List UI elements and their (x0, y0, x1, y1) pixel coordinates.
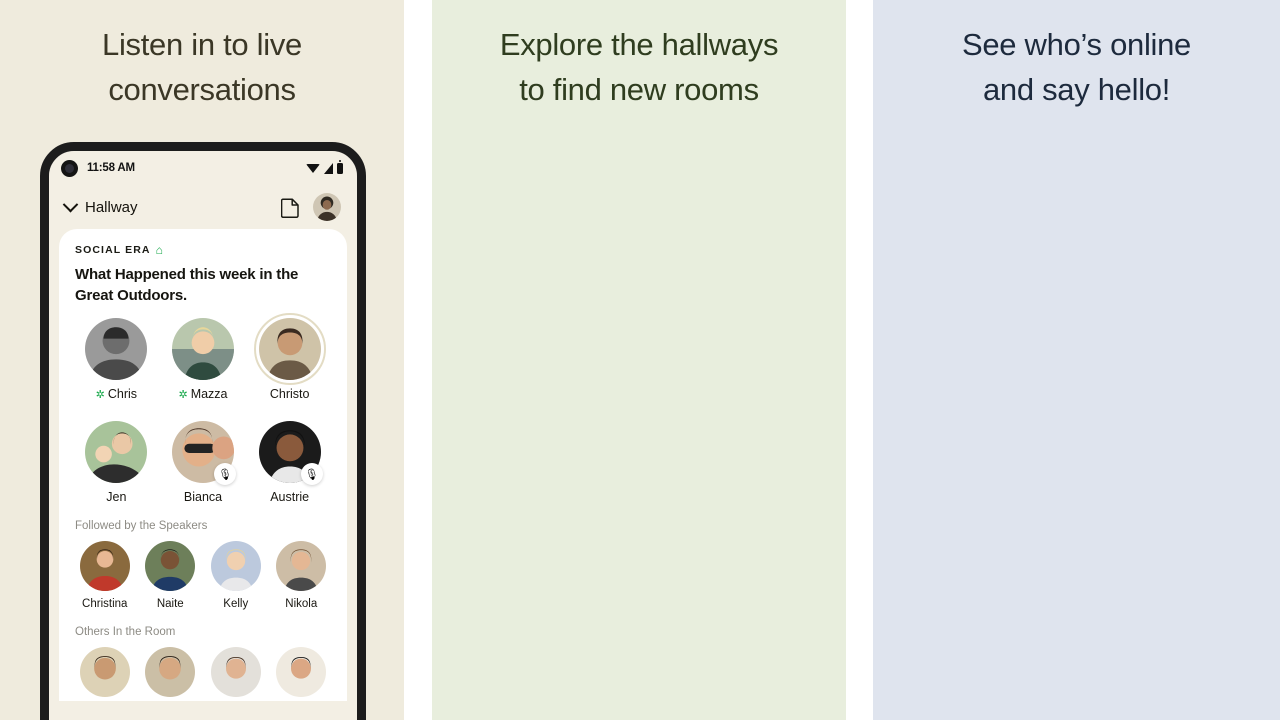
others-in-room-label: Others In the Room (75, 626, 176, 638)
speaker-name: Jen (106, 490, 127, 504)
other-avatar (276, 647, 327, 697)
follower-name: Kelly (223, 598, 249, 610)
room-card[interactable]: SOCIAL ERA ⌂ What Happened this week in … (59, 229, 347, 701)
speakers-grid: ✲ Chris ✲ Mazza Christo Jen 🎙 Bianca 🎙 A… (75, 313, 331, 504)
headline-3: See who’s online and say hello! (961, 27, 1192, 107)
other-avatar (145, 647, 196, 697)
follower-cell[interactable]: Kelly (206, 541, 266, 610)
follower-avatar (145, 541, 196, 591)
chevron-down-icon (62, 196, 79, 212)
battery-icon (337, 160, 343, 174)
speaker-avatar: 🎙 (258, 421, 323, 485)
speaker-avatar (85, 318, 148, 380)
hallway-label: Hallway (85, 198, 138, 216)
app-store-screenshot-strip: Listen in to live conversations 11:58 AM (0, 0, 1280, 720)
speaker-name-row: ✲ Chris (96, 387, 137, 401)
card-container-1: SOCIAL ERA ⌂ What Happened this week in … (49, 229, 357, 701)
followed-grid: Christina Naite Kelly Nikola (75, 541, 331, 610)
other-cell[interactable] (272, 647, 332, 697)
speaker-name-row: Austrie (270, 490, 309, 504)
speaker-avatar (85, 421, 148, 483)
club-label: SOCIAL ERA ⌂ (75, 243, 331, 257)
room-title: What Happened this week in the Great Out… (75, 266, 299, 304)
panel-divider-1 (404, 0, 432, 720)
others-grid (75, 647, 331, 697)
mic-on-icon: ✲ (95, 388, 105, 401)
camera-punch-hole-icon (61, 159, 78, 177)
speaker-cell[interactable]: ✲ Mazza (162, 318, 245, 401)
hallway-dropdown[interactable]: Hallway (62, 196, 138, 216)
speaker-name: Austrie (270, 490, 310, 504)
follower-avatar (276, 541, 327, 591)
speaker-cell[interactable]: Jen (75, 421, 158, 504)
phone-mockup-1: 11:58 AM Hallway SOCIAL ERA ⌂ What Happe… (40, 142, 366, 720)
speaker-name: Bianca (183, 490, 223, 504)
club-name: SOCIAL ERA (75, 244, 151, 256)
cellular-signal-icon (324, 162, 333, 174)
status-icons (306, 160, 343, 174)
follower-avatar (79, 541, 130, 591)
follower-cell[interactable]: Nikola (272, 541, 332, 610)
speaker-cell[interactable]: 🎙 Austrie (248, 421, 331, 504)
headline-1: Listen in to live conversations (102, 27, 302, 107)
house-icon: ⌂ (155, 243, 164, 257)
document-icon[interactable] (277, 194, 303, 220)
follower-cell[interactable]: Christina (75, 541, 135, 610)
speaker-name: Christo (269, 387, 310, 401)
promo-panel-2: Explore the hallways to find new rooms 1… (432, 0, 846, 720)
promo-panel-3: See who’s online and say hello! 11:58 AM (873, 0, 1280, 720)
speaker-name-row: Jen (106, 490, 126, 504)
headline-2: Explore the hallways to find new rooms (499, 27, 779, 107)
speaker-avatar: 🎙 (171, 421, 236, 485)
speaker-name: Chris (107, 387, 138, 401)
mic-muted-icon: 🎙 (300, 463, 323, 485)
follower-name: Nikola (285, 598, 318, 610)
speaker-cell[interactable]: ✲ Chris (75, 318, 158, 401)
other-cell[interactable] (75, 647, 135, 697)
follower-cell[interactable]: Naite (141, 541, 201, 610)
follower-name: Naite (156, 598, 184, 610)
profile-avatar[interactable] (313, 193, 341, 221)
other-cell[interactable] (141, 647, 201, 697)
speaker-name-row: Bianca (184, 490, 222, 504)
other-avatar (79, 647, 130, 697)
speaker-name-row: ✲ Mazza (178, 387, 227, 401)
promo-panel-1: Listen in to live conversations 11:58 AM (0, 0, 404, 720)
mic-on-icon: ✲ (178, 388, 188, 401)
speaker-avatar-highlighted (253, 313, 326, 385)
speaker-name-row: Christo (270, 387, 310, 401)
phone-screen-1: 11:58 AM Hallway SOCIAL ERA ⌂ What Happe… (49, 151, 357, 720)
other-avatar (210, 647, 261, 697)
other-cell[interactable] (206, 647, 266, 697)
status-bar-1: 11:58 AM (49, 151, 357, 185)
app-bar-1: Hallway (49, 185, 357, 229)
speaker-cell[interactable]: Christo (248, 313, 331, 401)
follower-avatar (210, 541, 261, 591)
speaker-cell[interactable]: 🎙 Bianca (162, 421, 245, 504)
mic-muted-icon: 🎙 (213, 463, 236, 485)
follower-name: Christina (82, 598, 128, 610)
speaker-name: Mazza (190, 387, 228, 401)
status-clock: 11:58 AM (87, 162, 135, 174)
panel-divider-2 (846, 0, 873, 720)
followed-by-speakers-label: Followed by the Speakers (75, 520, 208, 532)
speaker-avatar (171, 318, 234, 380)
wifi-icon (306, 163, 320, 173)
